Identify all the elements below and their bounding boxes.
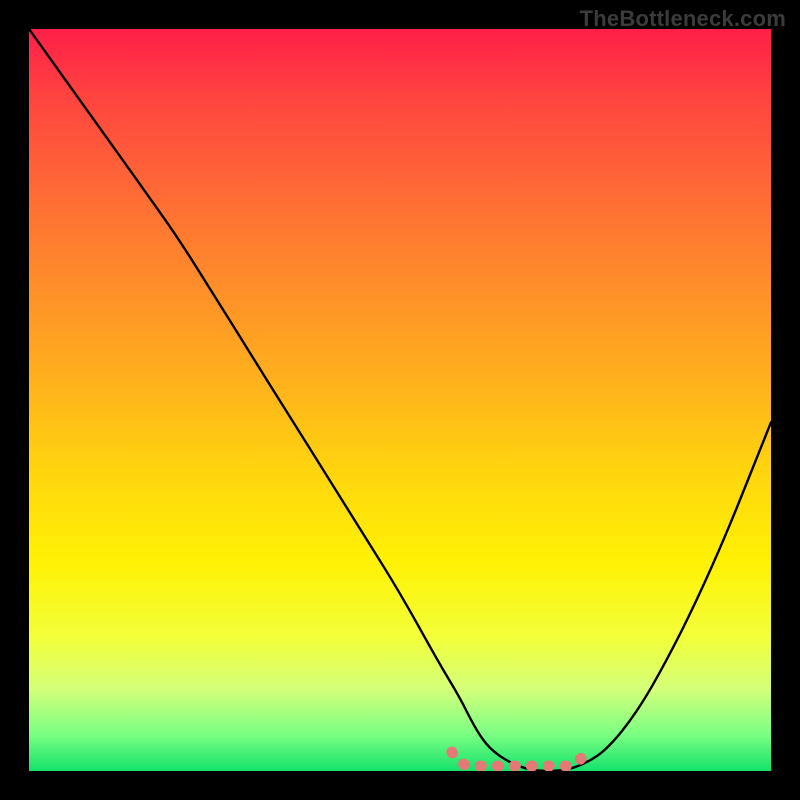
chart-frame: TheBottleneck.com bbox=[0, 0, 800, 800]
plot-area bbox=[29, 29, 771, 771]
watermark-text: TheBottleneck.com bbox=[580, 6, 786, 32]
curve-layer bbox=[29, 29, 771, 771]
optimal-range-marker bbox=[452, 752, 586, 766]
bottleneck-curve bbox=[29, 29, 771, 771]
